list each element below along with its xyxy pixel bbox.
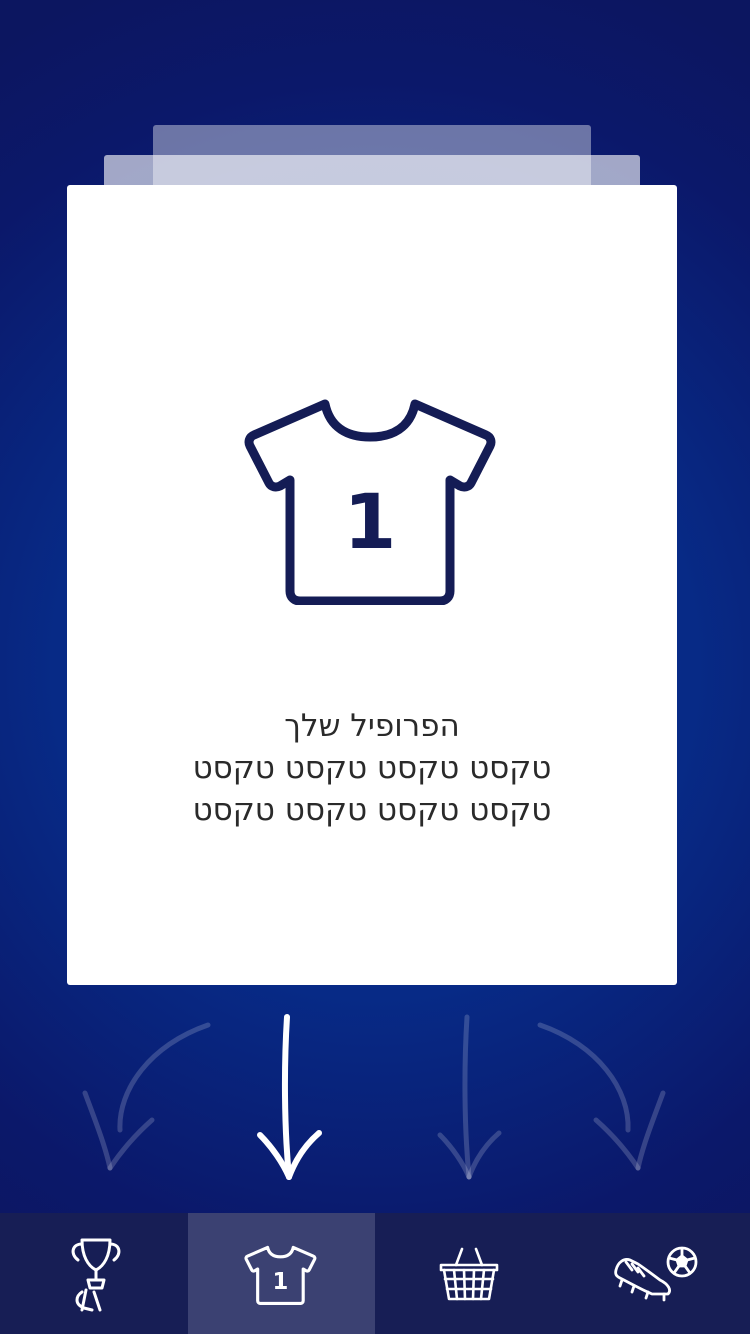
trophy-icon	[71, 1238, 121, 1311]
profile-card[interactable]: 1 הפרופיל שלך טקסט טקסט טקסט טקסט טקסט ט…	[67, 185, 677, 985]
tab-jersey-number: 1	[273, 1268, 289, 1294]
arrow-down-active-icon	[257, 1014, 322, 1180]
basket-icon	[439, 1247, 499, 1300]
jersey-icon: 1	[244, 1245, 317, 1305]
card-title: הפרופיל שלך	[284, 708, 460, 744]
tab-cleats[interactable]	[563, 1213, 750, 1334]
tab-trophy[interactable]	[0, 1213, 188, 1334]
curved-arrow-right-icon	[537, 1022, 666, 1171]
arrow-down-icon	[437, 1014, 502, 1180]
cleats-ball-icon	[614, 1246, 698, 1301]
card-text: הפרופיל שלך טקסט טקסט טקסט טקסט טקסט טקס…	[67, 705, 677, 831]
tab-profile[interactable]: 1	[187, 1213, 375, 1334]
swipe-arrows	[82, 1014, 666, 1180]
bottom-tab-bar: 1	[0, 1213, 750, 1334]
card-line-1: טקסט טקסט טקסט טקסט	[192, 750, 552, 786]
tab-basket[interactable]	[375, 1213, 563, 1334]
jersey-icon: 1	[244, 399, 496, 605]
jersey-number: 1	[344, 477, 397, 566]
curved-arrow-left-icon	[82, 1022, 211, 1171]
card-line-2: טקסט טקסט טקסט טקסט	[192, 792, 552, 828]
